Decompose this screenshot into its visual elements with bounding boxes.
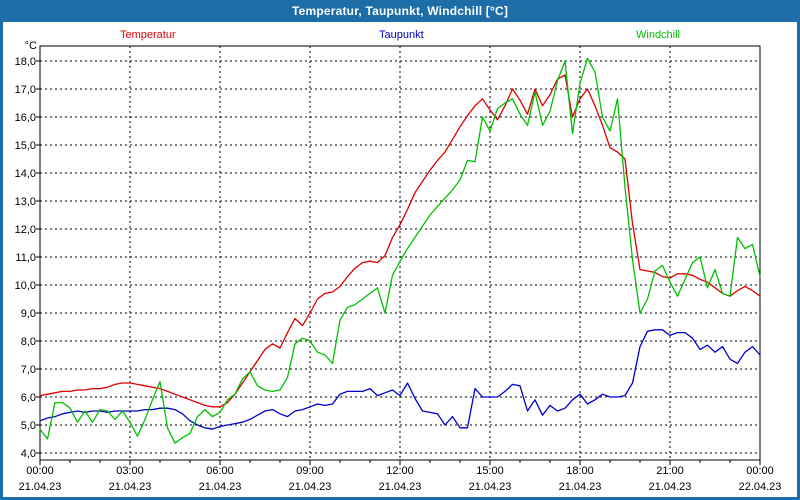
legend-item-undefined: Windchill	[636, 29, 680, 41]
y-axis-unit-label: °C	[25, 40, 37, 52]
x-tick-time-label: 00:00	[26, 465, 54, 477]
x-tick-time-label: 06:00	[206, 465, 234, 477]
y-tick-label: 17,0	[15, 84, 36, 96]
chart-area: Temperatur Taupunkt Windchill °C 18,0 17,0 16,…	[3, 22, 797, 497]
y-tick-label: 5,0	[21, 420, 36, 432]
x-tick-date-label: 21.04.23	[109, 481, 152, 493]
x-tick-time-label: 18:00	[566, 465, 594, 477]
x-tick-time-label: 09:00	[296, 465, 324, 477]
x-tick-time-label: 15:00	[476, 465, 504, 477]
chart-window: Temperatur, Taupunkt, Windchill [°C] Tem…	[0, 0, 800, 500]
x-tick-date-label: 21.04.23	[199, 481, 242, 493]
x-tick-date-label: 22.04.23	[739, 481, 782, 493]
x-tick-date-label: 21.04.23	[379, 481, 422, 493]
y-tick-label: 12,0	[15, 224, 36, 236]
legend-item-undefined: Taupunkt	[379, 29, 424, 41]
x-tick-time-label: 00:00	[746, 465, 774, 477]
x-tick-date-label: 21.04.23	[559, 481, 602, 493]
y-tick-label: 14,0	[15, 168, 36, 180]
y-tick-label: 11,0	[15, 252, 36, 264]
windchill-line	[39, 57, 761, 444]
window-title: Temperatur, Taupunkt, Windchill [°C]	[291, 4, 509, 18]
y-tick-label: 16,0	[15, 112, 36, 124]
y-tick-label: 6,0	[21, 392, 36, 404]
x-tick-time-label: 12:00	[386, 465, 414, 477]
y-tick-label: 13,0	[15, 196, 36, 208]
x-tick-date-label: 21.04.23	[19, 481, 62, 493]
x-tick-date-label: 21.04.23	[469, 481, 512, 493]
x-tick-date-label: 21.04.23	[289, 481, 332, 493]
y-tick-label: 15,0	[15, 140, 36, 152]
taupunkt-line	[39, 329, 761, 430]
y-tick-label: 18,0	[15, 56, 36, 68]
y-tick-label: 8,0	[21, 336, 36, 348]
line-chart: Temperatur Taupunkt Windchill °C 18,0 17,0 16,…	[15, 29, 782, 493]
y-tick-label: 7,0	[21, 364, 36, 376]
y-tick-label: 4,0	[21, 448, 36, 460]
y-tick-label: 9,0	[21, 308, 36, 320]
legend-item-undefined: Temperatur	[120, 29, 176, 41]
y-tick-label: 10,0	[15, 280, 36, 292]
x-tick-time-label: 21:00	[656, 465, 684, 477]
x-tick-time-label: 03:00	[116, 465, 144, 477]
window-titlebar[interactable]: Temperatur, Taupunkt, Windchill [°C]	[0, 0, 800, 22]
x-tick-date-label: 21.04.23	[649, 481, 692, 493]
